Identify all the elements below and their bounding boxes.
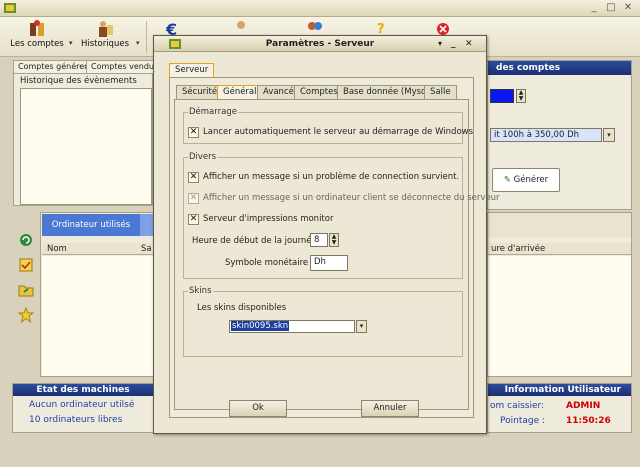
client-disconnect-label: Afficher un message si un ordinateur cli… bbox=[203, 193, 500, 203]
tab-general[interactable]: Général bbox=[217, 85, 263, 99]
folder-icon[interactable] bbox=[18, 282, 34, 298]
heure-input[interactable]: 8 bbox=[310, 233, 328, 247]
ordi-list-header: Nom Sa bbox=[42, 243, 154, 255]
dialog-title: Paramètres - Serveur bbox=[265, 39, 375, 49]
user-icon[interactable] bbox=[232, 20, 250, 34]
col-nom[interactable]: Nom bbox=[47, 244, 67, 254]
tab-serveur[interactable]: Serveur bbox=[169, 63, 215, 77]
right-list-header: ure d'arrivée bbox=[488, 243, 631, 255]
connection-error-label: Afficher un message si un problème de co… bbox=[203, 172, 460, 182]
heure-spinner[interactable]: ▲ ▼ bbox=[329, 233, 339, 247]
generer-label: Générer bbox=[513, 175, 549, 185]
pointage-label: Pointage : bbox=[500, 416, 546, 426]
right-comptes-panel: des comptes ▲ ▼ it 100h à 350,00 Dh ▾ ✎ G… bbox=[487, 60, 632, 210]
client-disconnect-checkbox[interactable]: ✕ bbox=[188, 193, 199, 204]
caissier-label: om caissier: bbox=[490, 401, 545, 411]
ordi-list[interactable] bbox=[42, 256, 154, 376]
info-utilisateur-panel: Information Utilisateur om caissier: ADM… bbox=[487, 383, 632, 433]
right-panel-title: des comptes bbox=[488, 61, 631, 75]
general-tab-page: Démarrage ✕ Lancer automatiquement le se… bbox=[174, 99, 500, 410]
demarrage-title: Démarrage bbox=[188, 107, 238, 117]
tab-ordinateurs-utilises[interactable]: Ordinateur utilisés bbox=[42, 214, 140, 236]
minimize-button[interactable]: _ bbox=[587, 1, 601, 15]
toolbar-separator bbox=[146, 21, 147, 53]
swatch-spinner[interactable]: ▲ ▼ bbox=[516, 89, 526, 103]
etat-machines-panel: Etat des machines Aucun ordinateur utils… bbox=[12, 383, 154, 433]
historiques-label: Historiques bbox=[80, 39, 129, 49]
info-utilisateur-title: Information Utilisateur bbox=[488, 384, 631, 396]
skins-title: Skins bbox=[188, 286, 213, 296]
tab-base-donnee[interactable]: Base donnée (Mysql) bbox=[337, 85, 439, 99]
print-monitor-checkbox[interactable]: ✕ bbox=[188, 214, 199, 225]
historique-title: Historique des évènements bbox=[20, 76, 137, 86]
right-list-panel: ure d'arrivée bbox=[487, 212, 632, 377]
dialog-minimize-button[interactable]: _ bbox=[451, 36, 456, 52]
skin-selected-value: skin0095.skn bbox=[231, 321, 290, 331]
ordinateurs-panel: Ordinateur utilisés Nom Sa bbox=[40, 212, 155, 377]
historique-list[interactable] bbox=[20, 88, 152, 205]
users-icon[interactable] bbox=[306, 20, 324, 34]
print-monitor-label: Serveur d'impressions monitor bbox=[203, 214, 334, 224]
quit-icon[interactable] bbox=[436, 22, 450, 36]
historique-panel: Historique des évènements bbox=[13, 73, 153, 206]
comptes-dropdown-icon[interactable]: ▾ bbox=[69, 39, 73, 47]
checklist-icon[interactable] bbox=[18, 257, 34, 273]
color-swatch[interactable] bbox=[490, 89, 514, 103]
ok-button[interactable]: Ok bbox=[229, 400, 287, 417]
tab-comptes-generer[interactable]: Comptes générer bbox=[13, 60, 93, 73]
svg-text:?: ? bbox=[377, 22, 385, 34]
app-logo-icon bbox=[4, 3, 16, 13]
dialog-menu-icon[interactable]: ▾ bbox=[438, 36, 442, 52]
serveur-tab-page: Sécurité Général Avancé Comptes Base don… bbox=[169, 77, 500, 418]
forfait-select[interactable]: it 100h à 350,00 Dh bbox=[490, 128, 602, 142]
generer-button[interactable]: ✎ Générer bbox=[492, 168, 560, 192]
annuler-button[interactable]: Annuler bbox=[361, 400, 419, 417]
col-heure-arrivee[interactable]: ure d'arrivée bbox=[491, 244, 545, 254]
refresh-icon[interactable] bbox=[18, 232, 34, 248]
parametres-serveur-dialog: Paramètres - Serveur ▾ _ ✕ Serveur Sécur… bbox=[153, 35, 500, 434]
maximize-button[interactable]: □ bbox=[604, 1, 618, 15]
caissier-value: ADMIN bbox=[566, 401, 601, 411]
generate-check-icon: ✎ bbox=[503, 175, 511, 185]
forfait-dropdown-icon[interactable]: ▾ bbox=[603, 128, 615, 142]
close-button[interactable]: ✕ bbox=[621, 1, 635, 15]
connection-error-checkbox[interactable]: ✕ bbox=[188, 172, 199, 183]
main-titlebar: _ □ ✕ bbox=[0, 0, 640, 17]
right-list[interactable] bbox=[488, 256, 631, 376]
ordinateurs-libres-text: 10 ordinateurs libres bbox=[29, 415, 123, 425]
comptes-button[interactable]: Les comptes bbox=[10, 19, 64, 55]
dialog-titlebar: Paramètres - Serveur ▾ _ ✕ bbox=[154, 36, 486, 52]
dialog-app-icon bbox=[169, 39, 181, 49]
col-sa[interactable]: Sa bbox=[141, 244, 152, 254]
historiques-dropdown-icon[interactable]: ▾ bbox=[136, 39, 140, 47]
auto-start-label: Lancer automatiquement le serveur au dém… bbox=[203, 127, 474, 137]
aucun-ordinateur-text: Aucun ordinateur utilsé bbox=[29, 400, 135, 410]
star-icon[interactable] bbox=[18, 307, 34, 323]
dialog-close-button[interactable]: ✕ bbox=[465, 36, 473, 52]
auto-start-checkbox[interactable]: ✕ bbox=[188, 127, 199, 138]
tab-salle[interactable]: Salle bbox=[424, 85, 457, 99]
skin-dropdown-icon[interactable]: ▾ bbox=[356, 320, 367, 333]
help-icon[interactable]: ? bbox=[372, 20, 390, 34]
right-list-tabstrip bbox=[488, 213, 631, 237]
historiques-button[interactable]: Historiques bbox=[80, 19, 130, 55]
skin-select[interactable]: skin0095.skn bbox=[229, 320, 355, 333]
symbole-label: Symbole monétaire : bbox=[225, 258, 314, 268]
tab-next[interactable] bbox=[140, 214, 154, 236]
accounts-icon bbox=[30, 20, 44, 36]
etat-machines-title: Etat des machines bbox=[13, 384, 153, 396]
history-icon bbox=[99, 21, 113, 37]
pointage-value: 11:50:26 bbox=[566, 416, 611, 426]
symbole-input[interactable]: Dh bbox=[310, 255, 348, 271]
tab-comptes-vendu[interactable]: Comptes vendu bbox=[86, 60, 159, 73]
comptes-label: Les comptes bbox=[10, 39, 64, 49]
divers-title: Divers bbox=[188, 152, 218, 162]
heure-label: Heure de début de la journée : bbox=[192, 236, 323, 246]
skins-available-label: Les skins disponibles bbox=[197, 303, 287, 313]
